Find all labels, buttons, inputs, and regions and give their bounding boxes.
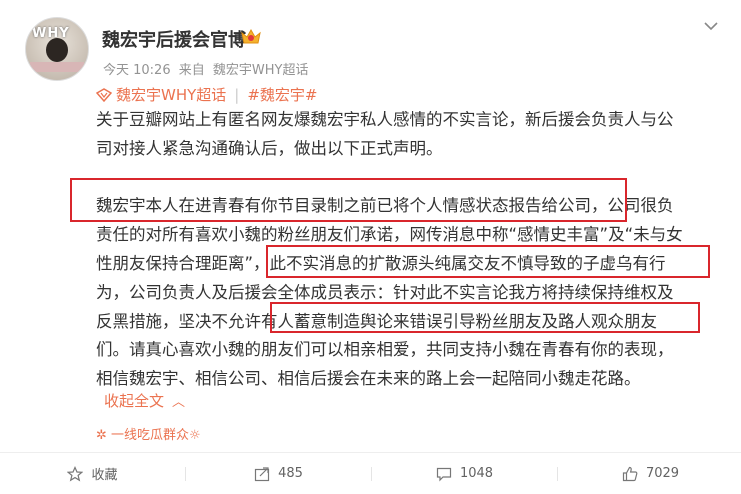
topic-row: 魏宏宇WHY超话 | #魏宏宇# [96, 84, 317, 105]
avatar-caption [30, 62, 84, 72]
topic-hashtag[interactable]: #魏宏宇# [247, 86, 317, 104]
repost-count: 485 [278, 466, 303, 481]
avatar-face [46, 38, 68, 62]
comment-icon [436, 467, 452, 481]
post-time[interactable]: 今天 10:26 [103, 63, 171, 78]
author-name[interactable]: 魏宏宇后援会官博 [102, 26, 246, 52]
like-count: 7029 [645, 466, 680, 481]
thumbs-up-icon [622, 466, 638, 481]
comment-button[interactable]: 1048 [372, 453, 557, 494]
topic-super[interactable]: 魏宏宇WHY超话 [116, 86, 226, 104]
avatar[interactable]: WHY [25, 17, 89, 81]
highlight-box [70, 178, 627, 222]
like-button[interactable]: 7029 [558, 453, 741, 494]
body-line: 们。请真心喜欢小魏的朋友们可以相亲相爱，共同支持小魏在青春有你的表现， [96, 340, 674, 360]
topic-separator: | [234, 86, 240, 104]
vip-crown-icon[interactable] [240, 27, 262, 47]
highlight-box [266, 245, 710, 278]
comment-count: 1048 [459, 466, 494, 481]
collapse-toggle[interactable]: 收起全文 ︿ [104, 390, 185, 411]
sparkle-icon: ✲ [96, 428, 107, 443]
repost-button[interactable]: 485 [186, 453, 371, 494]
body-line: 司对接人紧急沟通确认后，做出以下正式声明。 [96, 138, 443, 158]
action-bar: 收藏 485 1048 7029 [0, 453, 741, 494]
favorite-label: 收藏 [91, 468, 118, 483]
highlight-box [270, 302, 700, 333]
body-line: 相信魏宏宇、相信公司、相信后援会在未来的路上会一起陪同小魏走花路。 [96, 369, 641, 389]
post-source[interactable]: 魏宏宇WHY超话 [213, 63, 309, 78]
post-source-prefix: 来自 [178, 63, 205, 78]
super-topic-icon [96, 88, 112, 102]
body-line: 关于豆瓣网站上有匿名网友爆魏宏宇私人感情的不实言论，新后援会负责人与公 [96, 110, 674, 129]
chevron-down-icon[interactable] [703, 18, 719, 34]
favorite-button[interactable]: 收藏 [0, 453, 185, 494]
footnote[interactable]: ✲ 一线吃瓜群众☼ [96, 424, 201, 443]
collapse-label: 收起全文 [104, 392, 165, 410]
footnote-text: 一线吃瓜群众☼ [111, 428, 201, 443]
chevron-up-icon: ︿ [172, 395, 186, 410]
repost-icon [254, 466, 270, 481]
post-meta: 今天 10:26 来自 魏宏宇WHY超话 [103, 59, 312, 78]
star-icon [67, 465, 84, 481]
